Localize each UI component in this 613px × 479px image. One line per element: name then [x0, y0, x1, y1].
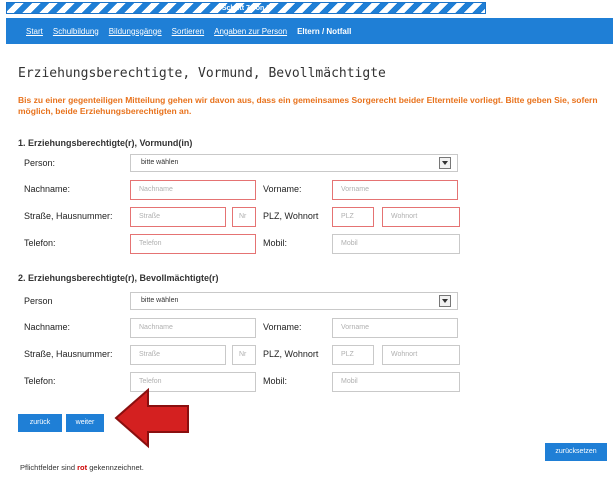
- s2-nachname-input[interactable]: Nachname: [130, 318, 256, 338]
- section-1-title: 1. Erziehungsberechtigte(r), Vormund(in): [18, 138, 193, 148]
- s1-mobil-input[interactable]: Mobil: [332, 234, 460, 254]
- progress-label: Schritt 7 von 9: [221, 5, 271, 12]
- s1-nachname-input[interactable]: Nachname: [130, 180, 256, 200]
- s1-strasse-input[interactable]: Straße: [130, 207, 226, 227]
- nav-start[interactable]: Start: [26, 27, 43, 36]
- footnote-after: gekennzeichnet.: [87, 463, 144, 472]
- page-title: Erziehungsberechtigte, Vormund, Bevollmä…: [18, 66, 386, 81]
- s2-person-label: Person: [24, 296, 53, 306]
- s1-wohnort-input[interactable]: Wohnort: [382, 207, 460, 227]
- nav-schulbildung[interactable]: Schulbildung: [53, 27, 99, 36]
- intro-text: Bis zu einer gegenteiligen Mitteilung ge…: [18, 95, 598, 116]
- s1-person-select[interactable]: bitte wählen: [130, 154, 458, 172]
- s2-mobil-input[interactable]: Mobil: [332, 372, 460, 392]
- s2-person-select-value: bitte wählen: [141, 297, 179, 304]
- s1-plz-wohnort-label: PLZ, Wohnort: [263, 211, 319, 221]
- nav-angaben-person[interactable]: Angaben zur Person: [214, 27, 287, 36]
- s2-plz-input[interactable]: PLZ: [332, 345, 374, 365]
- s2-strasse-input[interactable]: Straße: [130, 345, 226, 365]
- s1-vorname-label: Vorname:: [263, 184, 302, 194]
- section-2-title: 2. Erziehungsberechtigte(r), Bevollmächt…: [18, 273, 219, 283]
- reset-button[interactable]: zurücksetzen: [545, 443, 607, 461]
- next-button[interactable]: weiter: [66, 414, 104, 432]
- s2-hausnummer-input[interactable]: Nr: [232, 345, 256, 365]
- s2-nachname-label: Nachname:: [24, 322, 71, 332]
- s2-vorname-label: Vorname:: [263, 322, 302, 332]
- nav-eltern-notfall[interactable]: Eltern / Notfall: [297, 27, 351, 36]
- s2-strasse-label: Straße, Hausnummer:: [24, 349, 113, 359]
- s2-person-select[interactable]: bitte wählen: [130, 292, 458, 310]
- s1-vorname-input[interactable]: Vorname: [332, 180, 458, 200]
- s1-mobil-label: Mobil:: [263, 238, 288, 248]
- required-fields-note: Pflichtfelder sind rot gekennzeichnet.: [20, 463, 144, 472]
- s2-vorname-input[interactable]: Vorname: [332, 318, 458, 338]
- s1-nachname-label: Nachname:: [24, 184, 71, 194]
- back-button[interactable]: zurück: [18, 414, 62, 432]
- s1-person-select-value: bitte wählen: [141, 159, 179, 166]
- s1-person-label: Person:: [24, 158, 56, 168]
- step-navigation: Start Schulbildung Bildungsgänge Sortier…: [6, 18, 613, 44]
- s1-strasse-label: Straße, Hausnummer:: [24, 211, 113, 221]
- footnote-before: Pflichtfelder sind: [20, 463, 78, 472]
- s2-wohnort-input[interactable]: Wohnort: [382, 345, 460, 365]
- nav-sortieren[interactable]: Sortieren: [172, 27, 204, 36]
- s2-telefon-label: Telefon:: [24, 376, 56, 386]
- chevron-down-icon[interactable]: [439, 295, 451, 307]
- chevron-down-icon[interactable]: [439, 157, 451, 169]
- s1-telefon-input[interactable]: Telefon: [130, 234, 256, 254]
- s1-plz-input[interactable]: PLZ: [332, 207, 374, 227]
- s1-telefon-label: Telefon:: [24, 238, 56, 248]
- s2-plz-wohnort-label: PLZ, Wohnort: [263, 349, 319, 359]
- nav-bildungsgaenge[interactable]: Bildungsgänge: [109, 27, 162, 36]
- progress-bar: Schritt 7 von 9: [6, 2, 486, 14]
- s2-mobil-label: Mobil:: [263, 376, 288, 386]
- footnote-highlight: rot: [77, 463, 88, 472]
- red-arrow-icon: [114, 388, 189, 449]
- s1-hausnummer-input[interactable]: Nr: [232, 207, 256, 227]
